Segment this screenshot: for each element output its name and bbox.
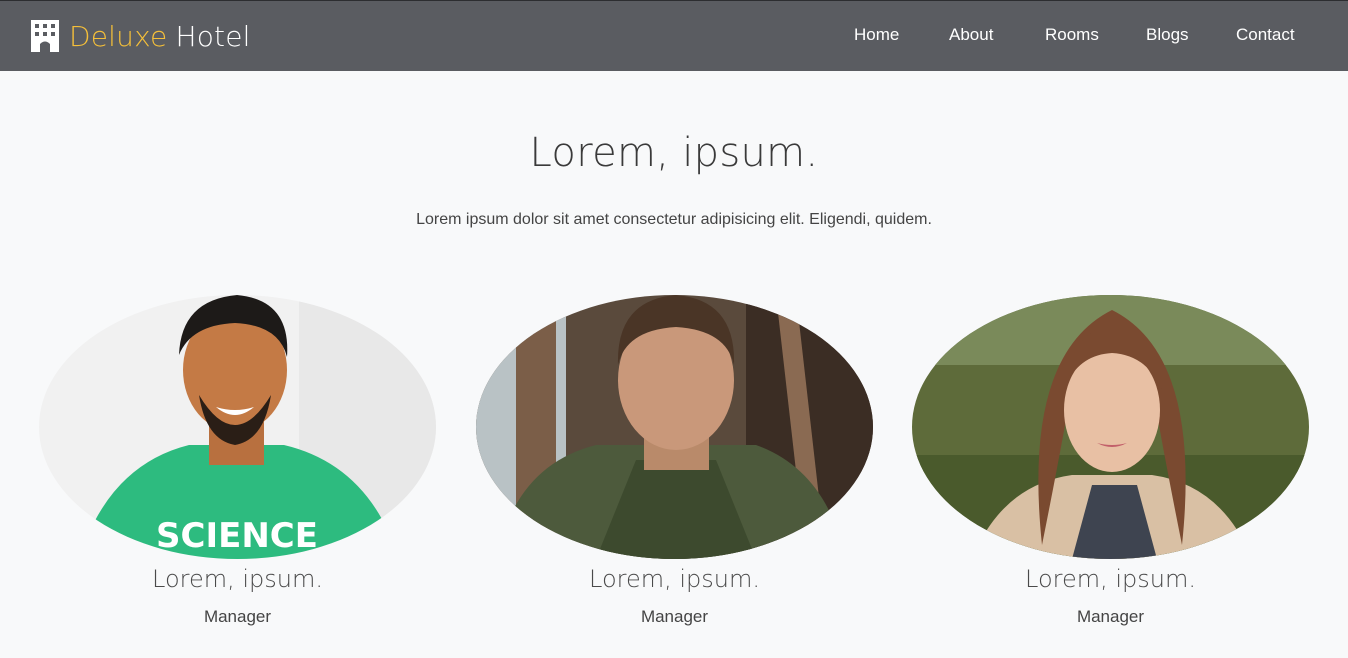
shirt-text: SCIENCE xyxy=(156,516,318,556)
team-card: Lorem, ipsum. Manager xyxy=(476,295,873,626)
team-member-photo: SCIENCE xyxy=(39,295,436,559)
team-member-name: Lorem, ipsum. xyxy=(589,565,760,593)
brand-name-rest: Hotel xyxy=(175,19,251,53)
team-member-name: Lorem, ipsum. xyxy=(152,565,323,593)
navbar: Deluxe Hotel Home About Rooms Blogs Cont… xyxy=(0,0,1348,71)
nav-about[interactable]: About xyxy=(949,25,993,45)
nav-rooms[interactable]: Rooms xyxy=(1045,25,1099,45)
person-photo-2 xyxy=(476,295,873,559)
person-photo-1: SCIENCE xyxy=(39,295,436,559)
team-card: SCIENCE Lorem, ipsum. Manager xyxy=(39,295,436,626)
team-member-name: Lorem, ipsum. xyxy=(1025,565,1196,593)
team-member-role: Manager xyxy=(640,607,709,626)
page-title: Lorem, ipsum. xyxy=(529,130,819,176)
person-photo-3 xyxy=(912,295,1309,559)
team-member-photo xyxy=(912,295,1309,559)
team-card: Lorem, ipsum. Manager xyxy=(912,295,1309,626)
team-member-photo xyxy=(476,295,873,559)
nav-contact[interactable]: Contact xyxy=(1236,25,1295,45)
hotel-building-icon xyxy=(31,20,59,52)
brand-name-accent: Deluxe xyxy=(69,19,168,53)
nav-blogs[interactable]: Blogs xyxy=(1146,25,1189,45)
brand-logo-link[interactable]: Deluxe Hotel xyxy=(30,18,251,54)
nav-home[interactable]: Home xyxy=(854,25,899,45)
team-member-role: Manager xyxy=(203,607,272,626)
team-member-role: Manager xyxy=(1076,607,1145,626)
page-subtitle: Lorem ipsum dolor sit amet consectetur a… xyxy=(416,211,932,228)
